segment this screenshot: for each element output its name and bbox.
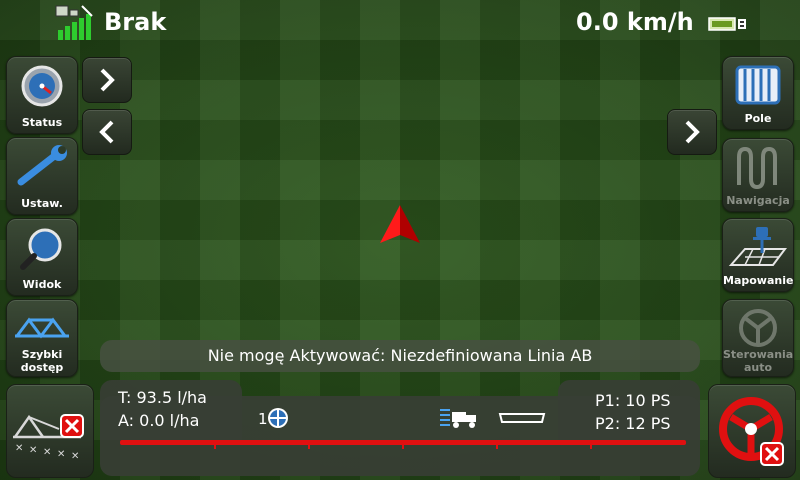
guidance-info-panel: T: 93.5 l/ha A: 0.0 l/ha 1 P1: 10 PS P2:…: [100, 380, 700, 476]
svg-text:✕: ✕: [57, 449, 65, 460]
settings-button[interactable]: Ustaw.: [6, 137, 78, 215]
status-button[interactable]: Status: [6, 56, 78, 134]
boom-sections-off-icon: ✕ ✕ ✕ ✕ ✕: [13, 414, 84, 462]
previous-page-button[interactable]: [82, 109, 132, 155]
autosteer-icon: [739, 309, 777, 347]
svg-text:✕: ✕: [29, 445, 37, 456]
speed-readout: 0.0 km/h: [576, 8, 694, 36]
pressure-p1: P1: 10 PS: [595, 391, 671, 410]
svg-text:✕: ✕: [43, 447, 51, 458]
section-control-button[interactable]: ✕ ✕ ✕ ✕ ✕: [6, 384, 94, 478]
section-crosshair-icon: [268, 408, 288, 428]
section-tick: [402, 445, 404, 449]
top-status-bar: Brak 0.0 km/h: [0, 0, 800, 48]
view-button[interactable]: Widok: [6, 218, 78, 296]
view-label: Widok: [22, 278, 62, 291]
chevron-right-icon: [685, 120, 700, 144]
svg-text:✕: ✕: [71, 451, 79, 462]
pressure-p2: P2: 12 PS: [595, 414, 671, 433]
message-bar: Nie mogę Aktywować: Niezdefiniowana Lini…: [100, 340, 700, 372]
wrench-icon: [17, 145, 67, 186]
right-next-button[interactable]: [667, 109, 717, 155]
chevron-right-icon: [100, 68, 115, 92]
magnifier-icon: [20, 228, 62, 270]
gps-status-text: Brak: [104, 8, 167, 36]
navigation-button[interactable]: Nawigacja: [722, 138, 794, 212]
autosteer-label: Sterowania auto: [723, 348, 794, 374]
battery-icon: [708, 17, 746, 31]
next-page-button[interactable]: [82, 57, 132, 103]
quick-access-label: Szybki dostęp: [20, 348, 64, 374]
field-button[interactable]: Pole: [722, 56, 794, 130]
quick-access-button[interactable]: Szybki dostęp: [6, 299, 78, 377]
section-tick: [590, 445, 592, 449]
autosteer-button[interactable]: Sterowania auto: [722, 299, 794, 377]
boom-width-icon: [498, 413, 546, 423]
steering-wheel-off-icon: [719, 397, 784, 466]
section-tick: [308, 445, 310, 449]
boom-icon: [15, 317, 69, 339]
mapping-button[interactable]: Mapowanie: [722, 218, 794, 292]
status-label: Status: [21, 116, 63, 129]
autosteer-engage-button[interactable]: [708, 384, 796, 478]
vehicle-position-arrow-icon: [380, 205, 420, 243]
settings-label: Ustaw.: [21, 197, 63, 210]
field-icon: [735, 65, 781, 105]
section-tick: [214, 445, 216, 449]
applied-rate: A: 0.0 l/ha: [118, 411, 200, 430]
navigation-icon: [737, 146, 777, 190]
section-tick: [496, 445, 498, 449]
navigation-label: Nawigacja: [726, 194, 790, 207]
sprayer-vehicle-icon: [440, 409, 476, 428]
mapping-pin-icon: [728, 227, 787, 266]
field-label: Pole: [744, 112, 772, 125]
section-bar: [120, 440, 686, 449]
mapping-label: Mapowanie: [723, 274, 794, 287]
gps-signal-icon: [55, 5, 93, 40]
chevron-left-icon: [99, 120, 114, 144]
target-rate: T: 93.5 l/ha: [118, 388, 207, 407]
gauge-icon: [21, 65, 63, 107]
svg-text:✕: ✕: [15, 443, 23, 454]
